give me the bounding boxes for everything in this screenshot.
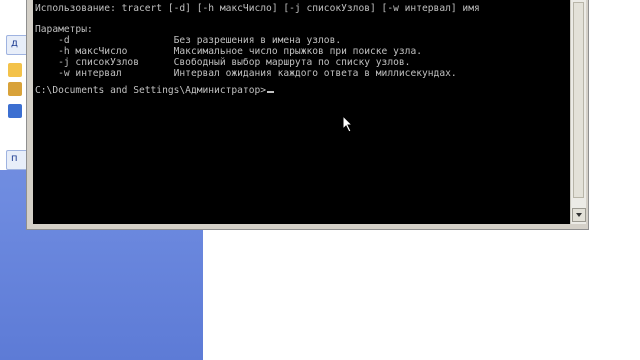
- param-flag: -j списокУзлов: [35, 57, 174, 68]
- params-header: Параметры:: [35, 24, 93, 35]
- mouse-cursor-icon: [342, 115, 354, 133]
- side-tab-2-label: п: [11, 153, 18, 164]
- param-flag: -d: [35, 35, 174, 46]
- scrollbar-thumb[interactable]: [573, 2, 584, 198]
- param-row-j: -j списокУзлов Свободный выбор маршрута …: [35, 57, 410, 68]
- console-scrollbar[interactable]: [570, 0, 586, 224]
- param-desc: Свободный выбор маршрута по списку узлов…: [173, 57, 411, 68]
- param-desc: Без разрешения в имена узлов.: [173, 35, 342, 46]
- prompt-line: C:\Documents and Settings\Администратор>: [35, 85, 275, 96]
- param-row-w: -w интервал Интервал ожидания каждого от…: [35, 68, 457, 79]
- param-flag: -h максЧисло: [35, 46, 174, 57]
- param-desc: Максимальное число прыжков при поиске уз…: [173, 46, 422, 57]
- side-tab-1-label: д: [11, 38, 18, 49]
- folder-icon: [8, 63, 22, 77]
- usage-line: Использование: tracert [-d] [-h максЧисл…: [35, 3, 480, 14]
- console-output[interactable]: Использование: tracert [-d] [-h максЧисл…: [33, 0, 570, 224]
- param-flag: -w интервал: [35, 68, 174, 79]
- file-icon: [8, 82, 22, 96]
- command-prompt: C:\Documents and Settings\Администратор>: [35, 85, 267, 96]
- scroll-down-arrow-icon[interactable]: [572, 208, 586, 222]
- param-row-d: -d Без разрешения в имена узлов.: [35, 35, 341, 46]
- text-cursor: [267, 91, 275, 93]
- network-icon: [8, 104, 22, 118]
- param-desc: Интервал ожидания каждого ответа в милли…: [173, 68, 457, 79]
- param-row-h: -h максЧисло Максимальное число прыжков …: [35, 46, 422, 57]
